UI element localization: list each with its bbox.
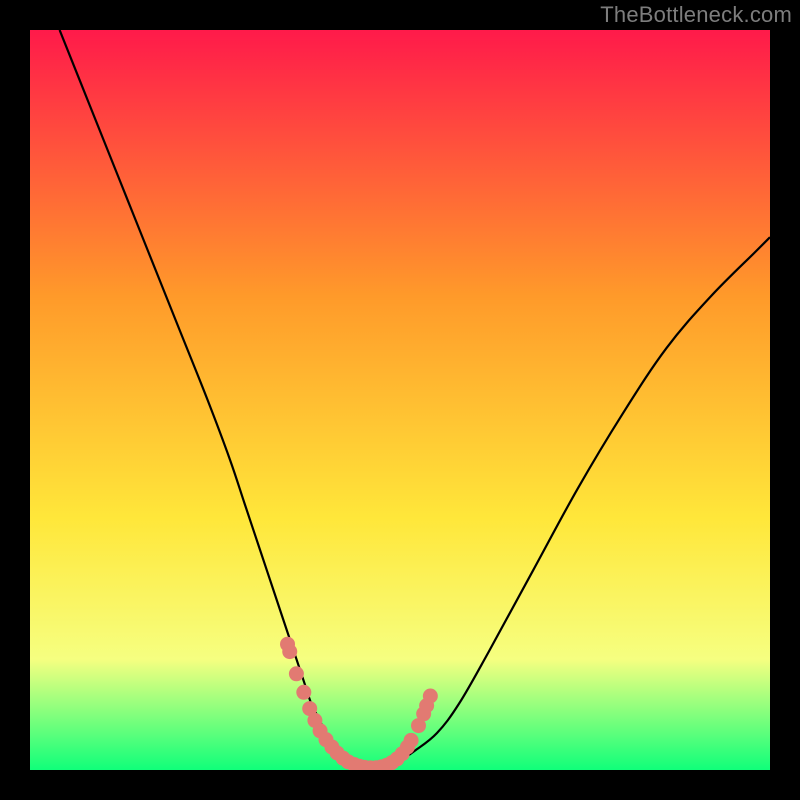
data-marker xyxy=(423,689,438,704)
chart-container: TheBottleneck.com xyxy=(0,0,800,800)
gradient-background xyxy=(30,30,770,770)
plot-area xyxy=(30,30,770,770)
data-marker xyxy=(282,644,297,659)
data-marker xyxy=(296,685,311,700)
chart-svg xyxy=(30,30,770,770)
data-marker xyxy=(404,733,419,748)
data-marker xyxy=(289,666,304,681)
watermark-text: TheBottleneck.com xyxy=(600,2,792,28)
